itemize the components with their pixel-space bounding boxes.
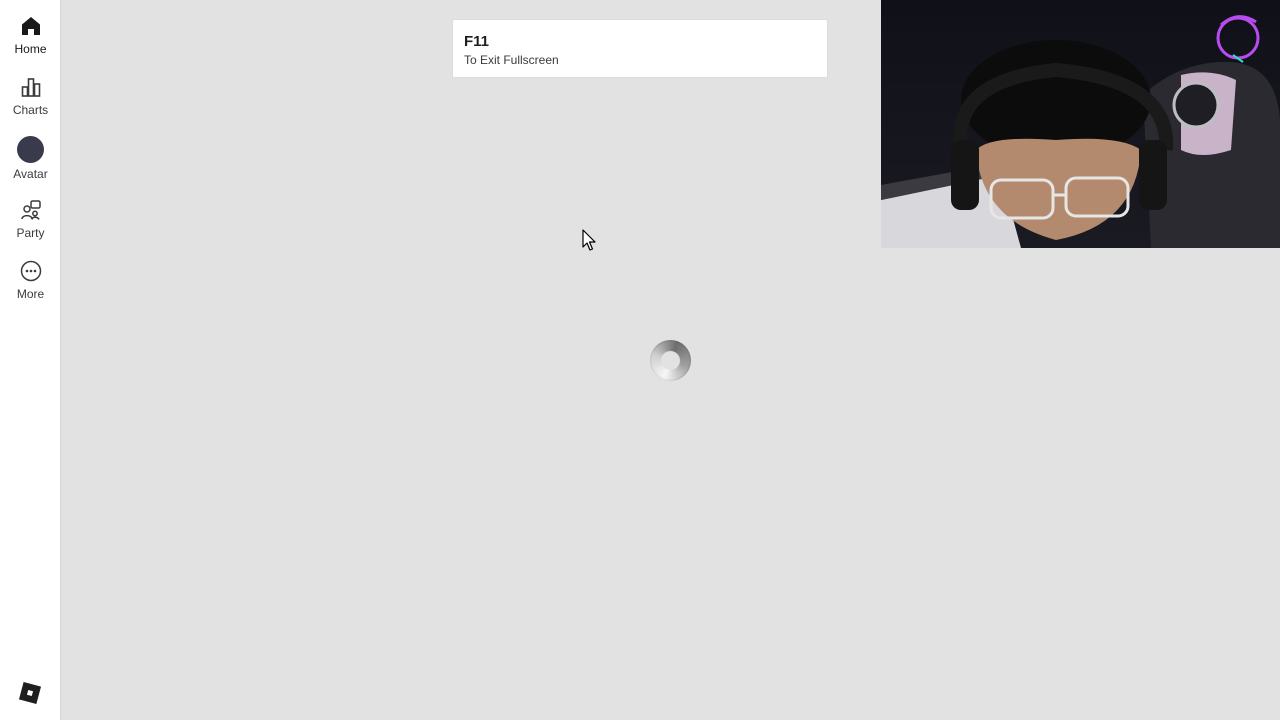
sidebar-item-avatar[interactable]: Avatar	[0, 135, 61, 191]
loading-spinner-icon	[650, 340, 691, 381]
toast-key: F11	[464, 33, 490, 50]
webcam-overlay	[881, 0, 1280, 248]
party-icon	[19, 198, 43, 222]
fullscreen-toast: F11 To Exit Fullscreen	[452, 19, 828, 78]
toast-hint: To Exit Fullscreen	[464, 53, 559, 67]
mouse-cursor-icon	[582, 229, 598, 253]
sidebar-item-label: More	[16, 287, 45, 301]
home-icon	[19, 14, 43, 38]
sidebar-item-more[interactable]: More	[0, 259, 61, 315]
sidebar-nav: Home Charts Avatar Party More	[0, 0, 61, 720]
roblox-logo-icon[interactable]	[18, 681, 42, 705]
sidebar-item-charts[interactable]: Charts	[0, 75, 61, 131]
sidebar-item-label: Home	[14, 42, 47, 56]
sidebar-item-label: Charts	[12, 103, 49, 117]
sidebar-item-label: Party	[16, 226, 45, 240]
sidebar-item-home[interactable]: Home	[0, 14, 61, 70]
chart-icon	[19, 75, 43, 99]
sidebar-item-label: Avatar	[13, 167, 48, 181]
avatar-icon	[17, 135, 45, 163]
sidebar-item-party[interactable]: Party	[0, 198, 61, 254]
more-icon	[19, 259, 43, 283]
